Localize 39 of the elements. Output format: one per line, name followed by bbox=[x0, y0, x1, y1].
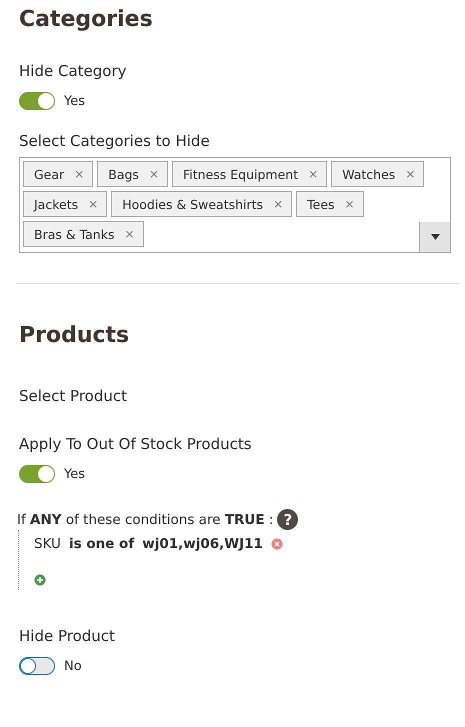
category-tag: Hoodies & Sweatshirts × bbox=[111, 191, 292, 217]
remove-button[interactable]: × bbox=[405, 167, 416, 181]
remove-button[interactable]: × bbox=[88, 197, 98, 211]
caret-down-icon bbox=[430, 234, 440, 240]
rule-operator[interactable]: is one of bbox=[68, 536, 134, 552]
remove-icon[interactable] bbox=[270, 538, 283, 550]
toggle-switch[interactable] bbox=[19, 92, 55, 110]
category-tag: Bras & Tanks × bbox=[23, 221, 144, 247]
remove-button[interactable]: × bbox=[308, 167, 318, 181]
section-title: Categories bbox=[19, 6, 153, 34]
field-label: Apply To Out Of Stock Products bbox=[19, 434, 252, 454]
category-tag: Watches × bbox=[331, 161, 424, 187]
multiselect-field[interactable]: Gear × Bags × Fitness Equipment × Watches × Jackets × Hoodies & Sweatshirts × Tees × Bras & Tanks × bbox=[19, 157, 451, 253]
add-icon[interactable] bbox=[34, 574, 46, 586]
category-tag: Tees × bbox=[296, 191, 364, 217]
category-tag: Jackets × bbox=[23, 191, 108, 217]
toggle-switch[interactable] bbox=[19, 657, 55, 675]
field-label: Select Categories to Hide bbox=[19, 131, 210, 151]
toggle-state-text: No bbox=[64, 658, 82, 674]
toggle-state-text: Yes bbox=[64, 94, 85, 108]
toggle-switch[interactable] bbox=[19, 465, 55, 483]
conditions-heading: If ANY of these conditions are TRUE : bbox=[17, 512, 274, 528]
remove-button[interactable]: × bbox=[148, 167, 159, 181]
help-icon[interactable]: ? bbox=[277, 509, 298, 530]
remove-button[interactable]: × bbox=[344, 197, 355, 211]
section-title: Products bbox=[19, 322, 130, 350]
remove-button[interactable]: × bbox=[124, 227, 135, 241]
remove-button[interactable]: × bbox=[273, 197, 284, 211]
rule-attribute: SKU bbox=[34, 536, 61, 552]
rule-value[interactable]: wj01,wj06,WJ11 bbox=[142, 536, 263, 552]
remove-button[interactable]: × bbox=[74, 167, 84, 181]
category-tag: Gear × bbox=[23, 161, 94, 187]
category-tag: Fitness Equipment × bbox=[172, 161, 328, 187]
field-label: Hide Category bbox=[19, 61, 126, 81]
dropdown-button[interactable] bbox=[419, 222, 450, 252]
field-label: Select Product bbox=[19, 386, 127, 406]
field-label: Hide Product bbox=[19, 626, 115, 646]
toggle-state-text: Yes bbox=[64, 466, 85, 482]
category-tag: Bags × bbox=[97, 161, 168, 187]
